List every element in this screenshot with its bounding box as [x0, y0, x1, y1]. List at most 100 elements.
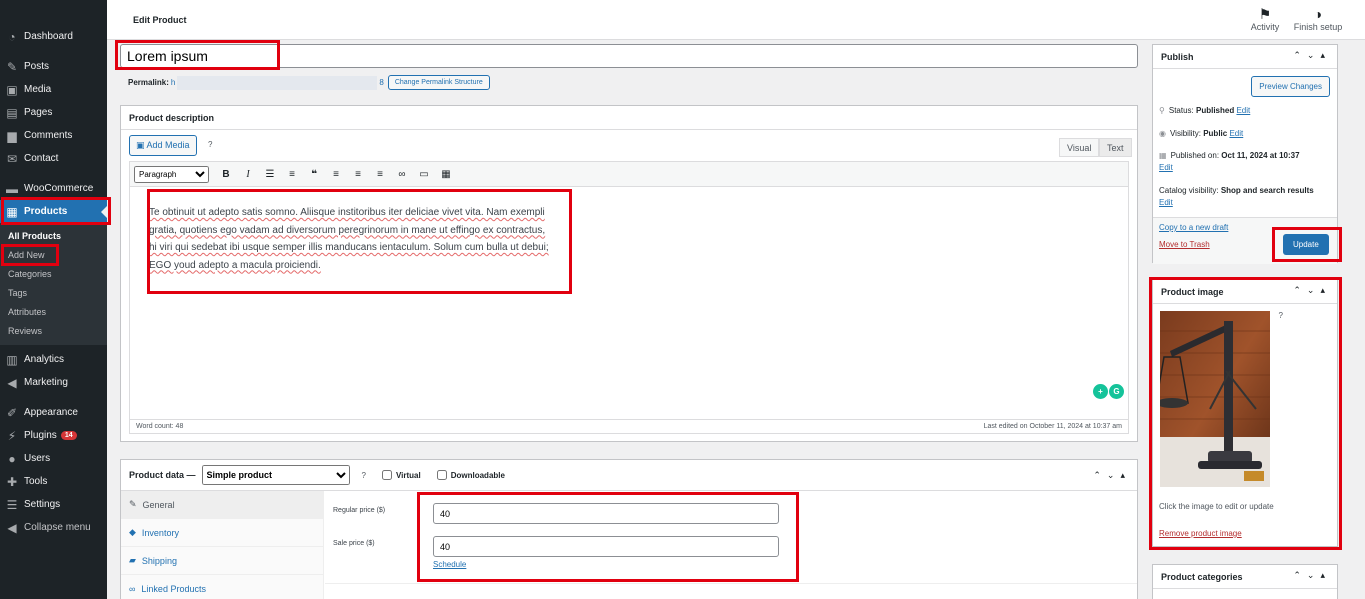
product-image[interactable] [1160, 311, 1270, 487]
move-trash-link[interactable]: Move to Trash [1159, 240, 1210, 249]
tab-visual[interactable]: Visual [1059, 138, 1100, 157]
edit-visibility-link[interactable]: Edit [1229, 129, 1243, 138]
published-row: ▦ Published on: Oct 11, 2024 at 10:37 Edit [1159, 151, 1300, 172]
sidebar-item-plugins[interactable]: ⚡ Plugins 14 [0, 424, 107, 447]
submenu-categories[interactable]: Categories [0, 265, 107, 284]
tab-linked-products[interactable]: ∞ Linked Products [121, 575, 323, 599]
tab-general[interactable]: ✎ General [121, 491, 323, 519]
edit-date-link[interactable]: Edit [1159, 163, 1173, 172]
sidebar-item-comments[interactable]: ▆ Comments [0, 124, 107, 147]
permalink-url-redacted [177, 75, 378, 90]
grammarly-widget[interactable]: + G [1093, 384, 1124, 399]
sidebar-item-pages[interactable]: ▤ Pages [0, 101, 107, 124]
product-title-input[interactable] [120, 44, 1138, 68]
sidebar-item-dashboard[interactable]: ◔ Dashboard [0, 25, 107, 48]
wrench-icon: ✎ [129, 499, 137, 509]
visibility-row: ◉ Visibility: Public Edit [1159, 129, 1244, 138]
submenu-all-products[interactable]: All Products [0, 227, 107, 246]
align-right-icon[interactable]: ≡ [369, 169, 391, 180]
product-type-select[interactable]: Simple product [201, 465, 350, 485]
blockquote-icon[interactable]: ❝ [303, 169, 325, 180]
settings-icon: ☰ [6, 497, 18, 512]
box-controls[interactable]: ⌃⌄▴ [1293, 50, 1331, 61]
virtual-checkbox[interactable] [381, 470, 392, 480]
sidebar-item-contact[interactable]: ✉ Contact [0, 147, 107, 170]
grammarly-plus-icon[interactable]: + [1093, 384, 1108, 399]
remove-image-link[interactable]: Remove product image [1159, 529, 1242, 538]
permalink-link-start[interactable]: h [171, 78, 175, 87]
image-hint: Click the image to edit or update [1159, 502, 1274, 511]
downloadable-checkbox[interactable] [436, 470, 447, 480]
edit-catalog-link[interactable]: Edit [1159, 198, 1173, 207]
tab-text[interactable]: Text [1099, 138, 1132, 157]
help-icon[interactable]: ? [1279, 311, 1283, 320]
admin-sidebar: ◔ Dashboard ✎ Posts ▣ Media ▤ Pages ▆ Comment… [0, 0, 107, 599]
link-icon[interactable]: ∞ [391, 169, 413, 180]
box-controls[interactable]: ⌃⌄▴ [1293, 285, 1331, 296]
submenu-reviews[interactable]: Reviews [0, 322, 107, 341]
sidebar-item-products[interactable]: ▦ Products [0, 200, 107, 223]
permalink-row: Permalink: h 8 Change Permalink Structur… [128, 75, 490, 90]
publish-actions: Copy to a new draft Move to Trash Update [1153, 217, 1337, 264]
virtual-checkbox-label[interactable]: Virtual [381, 470, 421, 480]
regular-price-input[interactable] [433, 503, 779, 524]
align-left-icon[interactable]: ≡ [325, 169, 347, 180]
update-button[interactable]: Update [1283, 234, 1329, 255]
tab-inventory[interactable]: ◆ Inventory [121, 519, 323, 547]
numbered-list-icon[interactable]: ≡ [281, 169, 303, 180]
read-more-icon[interactable]: ▭ [413, 169, 435, 180]
brush-icon: ✐ [6, 405, 18, 420]
sidebar-item-marketing[interactable]: ◀ Marketing [0, 371, 107, 394]
sidebar-item-media[interactable]: ▣ Media [0, 78, 107, 101]
add-media-button[interactable]: ▣ Add Media [129, 135, 197, 156]
italic-icon[interactable]: I [237, 169, 259, 180]
tab-shipping[interactable]: ▰ Shipping [121, 547, 323, 575]
editor-content-area[interactable]: Te obtinuit ut adepto satis somno. Aliis… [130, 187, 1128, 419]
submenu-tags[interactable]: Tags [0, 284, 107, 303]
copy-draft-link[interactable]: Copy to a new draft [1159, 223, 1228, 232]
bold-icon[interactable]: B [215, 169, 237, 180]
help-icon[interactable]: ? [362, 471, 366, 480]
link-icon: ∞ [129, 583, 136, 594]
sidebar-item-woocommerce[interactable]: ▬ WooCommerce [0, 177, 107, 200]
sale-price-input[interactable] [433, 536, 779, 557]
box-controls[interactable]: ⌃⌄▴ [1093, 470, 1131, 481]
grammarly-g-icon[interactable]: G [1109, 384, 1124, 399]
sidebar-collapse-menu[interactable]: ◀ Collapse menu [0, 516, 107, 539]
bullet-list-icon[interactable]: ☰ [259, 169, 281, 180]
products-submenu: All Products Add New Categories Tags Att… [0, 223, 107, 345]
publish-heading: Publish ⌃⌄▴ [1153, 45, 1337, 69]
format-select[interactable]: Paragraph [134, 165, 209, 183]
regular-price-label: Regular price ($) [333, 507, 386, 514]
help-icon[interactable]: ? [208, 140, 212, 149]
box-controls[interactable]: ⌃⌄▴ [1293, 570, 1331, 581]
top-header: Edit Product ⚑ Activity ◑ Finish setup [107, 0, 1365, 40]
users-icon: ● [8, 451, 16, 466]
align-center-icon[interactable]: ≡ [347, 169, 369, 180]
preview-changes-button[interactable]: Preview Changes [1251, 76, 1330, 97]
product-image-box: Product image ⌃⌄▴ ? Click the image to ed… [1152, 279, 1338, 547]
word-count: Word count: 48 [136, 423, 184, 430]
submenu-attributes[interactable]: Attributes [0, 303, 107, 322]
sidebar-item-posts[interactable]: ✎ Posts [0, 55, 107, 78]
dashboard-icon: ◔ [8, 29, 16, 44]
downloadable-checkbox-label[interactable]: Downloadable [436, 470, 505, 480]
sidebar-item-settings[interactable]: ☰ Settings [0, 493, 107, 516]
sidebar-item-tools[interactable]: ✚ Tools [0, 470, 107, 493]
activity-button[interactable]: ⚑ Activity [1240, 6, 1290, 32]
permalink-link-end[interactable]: 8 [379, 78, 383, 87]
edit-status-link[interactable]: Edit [1236, 106, 1250, 115]
submenu-add-new[interactable]: Add New [0, 246, 107, 265]
change-permalink-button[interactable]: Change Permalink Structure [387, 75, 490, 90]
catalog-row: Catalog visibility: Shop and search resu… [1159, 186, 1314, 207]
description-text[interactable]: Te obtinuit ut adepto satis somno. Aliis… [149, 204, 549, 274]
editor-status-bar: Word count: 48 Last edited on October 11… [130, 419, 1128, 433]
schedule-link[interactable]: Schedule [433, 560, 466, 569]
sidebar-item-appearance[interactable]: ✐ Appearance [0, 401, 107, 424]
product-description-box: Product description ▣ Add Media ? Visual… [120, 105, 1138, 442]
sidebar-item-users[interactable]: ● Users [0, 447, 107, 470]
media-icon: ▣ [6, 82, 18, 97]
toolbar-toggle-icon[interactable]: ▦ [435, 169, 457, 180]
sidebar-item-analytics[interactable]: ▥ Analytics [0, 348, 107, 371]
finish-setup-button[interactable]: ◑ Finish setup [1293, 6, 1343, 32]
